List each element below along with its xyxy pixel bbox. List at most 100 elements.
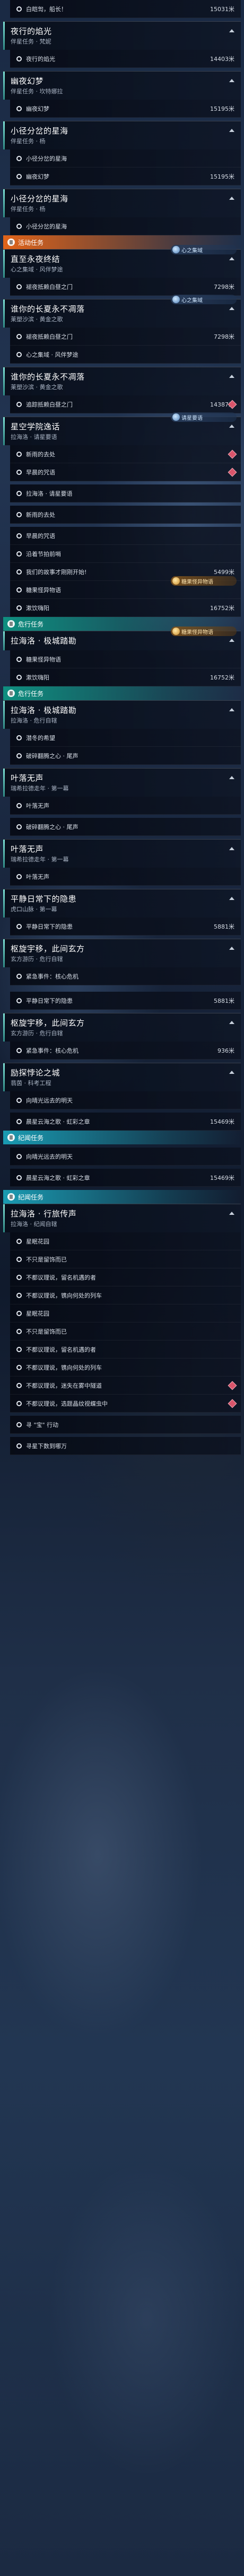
quest-objective[interactable]: 幽夜幻梦 15195米: [10, 167, 241, 186]
location-pin-tag[interactable]: 心之集域: [171, 295, 237, 304]
objective-distance: 5499米: [214, 568, 234, 576]
quest-objective[interactable]: 平静日常下的隐患 5881米: [10, 918, 241, 936]
quest-header[interactable]: 直至永夜终结 心之集域 · 风伴梦途 心之集域: [3, 245, 241, 278]
quest-objective[interactable]: 早晨的咒语: [10, 527, 241, 545]
quest-header[interactable]: 枢旋宇移，此间玄方 玄方游历 · 危行自辖: [3, 1013, 241, 1042]
location-pin-tag[interactable]: 糖果怪异物语: [171, 576, 237, 586]
quest-subtitle: 玄方游历 · 危行自辖: [11, 956, 63, 963]
quest-objective[interactable]: 漱饮嗨阳 16752米: [10, 668, 241, 686]
collapse-caret-icon[interactable]: [229, 197, 234, 200]
quest-objective[interactable]: 星眠花园: [10, 1304, 241, 1322]
quest-objective[interactable]: 夜行的焰光 14403米: [10, 50, 241, 68]
quest-header[interactable]: 谁你的长夏永不凋落 莱塑沙滨 · 黄金之歌: [3, 367, 241, 395]
objective-circle-icon: [16, 1275, 22, 1280]
location-pin-tag[interactable]: 心之集域: [171, 245, 237, 254]
location-pin-tag[interactable]: 请星要语: [171, 412, 237, 422]
quest-objective[interactable]: 晨星云海之歌 · 虹彩之章 15469米: [10, 1169, 241, 1187]
quest-objective[interactable]: 心之集域 · 风伴梦途: [10, 346, 241, 364]
collapse-caret-icon[interactable]: [229, 29, 234, 32]
quest-objective[interactable]: 新雨的去处: [10, 506, 241, 524]
quest-objective[interactable]: 破碎翻腾之心 · 尾声: [10, 747, 241, 765]
quest-header[interactable]: 枢旋宇移，此间玄方 玄方游历 · 危行自辖: [3, 939, 241, 967]
collapse-caret-icon[interactable]: [229, 129, 234, 132]
quest-objective[interactable]: 沿着节拍前哨: [10, 545, 241, 563]
quest-header[interactable]: 拉海洛 · 极城踏勘 糖果怪异物语: [3, 627, 241, 650]
quest-objective[interactable]: 小径分岔的星海: [10, 217, 241, 235]
collapse-caret-icon[interactable]: [229, 257, 234, 260]
quest-header[interactable]: 平静日常下的隐患 虎口山脉 · 第一幕: [3, 889, 241, 918]
quest-objective[interactable]: 不只是留饰而已: [10, 1322, 241, 1340]
collapse-caret-icon[interactable]: [229, 776, 234, 779]
quest-objective[interactable]: 不只是留饰而已: [10, 1250, 241, 1268]
collapse-caret-icon[interactable]: [229, 1021, 234, 1024]
quest-header[interactable]: 叶落无声 瑞希拉德走年 · 第一幕: [3, 839, 241, 868]
quest-objective[interactable]: 早晨的咒语: [10, 463, 241, 481]
collapse-caret-icon[interactable]: [229, 847, 234, 850]
quest-title: 励探悖论之城: [11, 1068, 60, 1078]
collapse-caret-icon[interactable]: [229, 307, 234, 310]
quest-objective[interactable]: 叶落无声: [10, 797, 241, 815]
collapse-caret-icon[interactable]: [229, 79, 234, 82]
objective-circle-icon: [16, 6, 22, 12]
quest-header[interactable]: 小径分岔的星海 伴星任务 · 杨: [3, 189, 241, 217]
quest-objective[interactable]: 糖果怪异物语 糖果怪异物语: [10, 576, 241, 599]
quest-objective[interactable]: 漱饮嗨阳 16752米: [10, 599, 241, 617]
quest-title: 平静日常下的隐患: [11, 894, 77, 904]
quest-objective[interactable]: 破碎翻腾之心 · 尾声: [10, 818, 241, 836]
quest-header[interactable]: 夜行的焰光 伴星任务 · 梵妮: [3, 21, 241, 50]
quest-objective[interactable]: 不都议理说，镌向何处的列车: [10, 1286, 241, 1304]
quest-objective[interactable]: 晨星云海之歌 · 虹彩之章 15469米: [10, 1113, 241, 1131]
quest-objective[interactable]: 糖果怪异物语: [10, 650, 241, 668]
quest-objective[interactable]: 不都议理说，留名机遇的者: [10, 1340, 241, 1358]
collapse-caret-icon[interactable]: [229, 639, 234, 642]
collapse-caret-icon[interactable]: [229, 1212, 234, 1215]
quest-objective[interactable]: 向晴光远去的明天: [10, 1148, 241, 1166]
quest-objective[interactable]: 紧急事件：核心危机: [10, 967, 241, 985]
quest-objective[interactable]: 不都议理说，选题晶纹视蝶虫中: [10, 1395, 241, 1413]
location-pin-tag[interactable]: 糖果怪异物语: [171, 627, 237, 636]
quest-objective[interactable]: 褪夜抵赖白昼之门 7298米: [10, 278, 241, 296]
quest-header[interactable]: 谁你的长夏永不凋落 莱塑沙滨 · 黄金之歌 心之集域: [3, 295, 241, 328]
collapse-caret-icon[interactable]: [229, 425, 234, 428]
quest-objective[interactable]: 星眠花园: [10, 1232, 241, 1250]
quest-objective[interactable]: 叶落无声: [10, 868, 241, 886]
collapse-caret-icon[interactable]: [229, 1071, 234, 1074]
objective-label: 幽夜幻梦: [26, 173, 49, 180]
quest-header[interactable]: 拉海洛 · 极城踏勘 拉海洛 · 危行自辖: [3, 700, 241, 729]
objective-distance: 7298米: [214, 333, 234, 340]
objective-distance: 16752米: [210, 674, 234, 681]
quest-subtitle: 瑞希拉德走年 · 第一幕: [11, 856, 69, 863]
quest-objective[interactable]: 小径分岔的星海: [10, 149, 241, 167]
quest-header[interactable]: 拉海洛 · 行旅传声 拉海洛 · 纪闻自辖: [3, 1204, 241, 1232]
objective-circle-icon: [16, 1098, 22, 1103]
quest-objective[interactable]: 向晴光远去的明天: [10, 1091, 241, 1109]
quest-header[interactable]: 励探悖论之城 翡茵 · 科考工程: [3, 1063, 241, 1091]
quest-objective[interactable]: 寻星下数到哪万: [10, 1437, 241, 1455]
objective-label: 早晨的咒语: [26, 469, 55, 476]
quest-objective[interactable]: 平静日常下的隐患 5881米: [10, 992, 241, 1010]
quest-objective[interactable]: 白皑訇，船长！ 15031米: [10, 0, 241, 18]
quest-objective[interactable]: 新雨的去处: [10, 445, 241, 463]
quest-header[interactable]: 幽夜幻梦 伴星任务 · 坎特娜拉: [3, 71, 241, 100]
collapse-caret-icon[interactable]: [229, 708, 234, 711]
quest-objective[interactable]: 幽夜幻梦 15195米: [10, 100, 241, 118]
quest-objective[interactable]: 寻 "宝" 行动: [10, 1416, 241, 1434]
quest-objective[interactable]: 不都议理说，镌向何处的列车: [10, 1358, 241, 1377]
quest-objective[interactable]: 拉海洛 · 请星要语: [10, 484, 241, 502]
objective-circle-icon: [16, 1329, 22, 1334]
quest-objective[interactable]: 追踪抵赖白昼之门 14387米: [10, 395, 241, 413]
quest-objective[interactable]: 潜冬的希望: [10, 729, 241, 747]
quest-objective[interactable]: 紧急事件：核心危机 936米: [10, 1042, 241, 1060]
collapse-caret-icon[interactable]: [229, 897, 234, 900]
objective-label: 不都议理说，镌向何处的列车: [26, 1292, 102, 1299]
collapse-caret-icon[interactable]: [229, 375, 234, 378]
collapse-caret-icon[interactable]: [229, 947, 234, 950]
objective-circle-icon: [16, 1365, 22, 1370]
quest-objective[interactable]: 不都议理说，迷失在雾中隧道: [10, 1377, 241, 1395]
quest-header[interactable]: 小径分岔的星海 伴星任务 · 杨: [3, 121, 241, 149]
quest-objective[interactable]: 不都议理说，留名机遇的者: [10, 1268, 241, 1286]
quest-objective[interactable]: 褪夜抵赖白昼之门 7298米: [10, 328, 241, 346]
quest-header[interactable]: 叶落无声 瑞希拉德走年 · 第一幕: [3, 768, 241, 797]
quest-header[interactable]: 星空学院逸话 拉海洛 · 请星要语 请星要语: [3, 412, 241, 445]
quest-subtitle: 翡茵 · 科考工程: [11, 1080, 51, 1087]
